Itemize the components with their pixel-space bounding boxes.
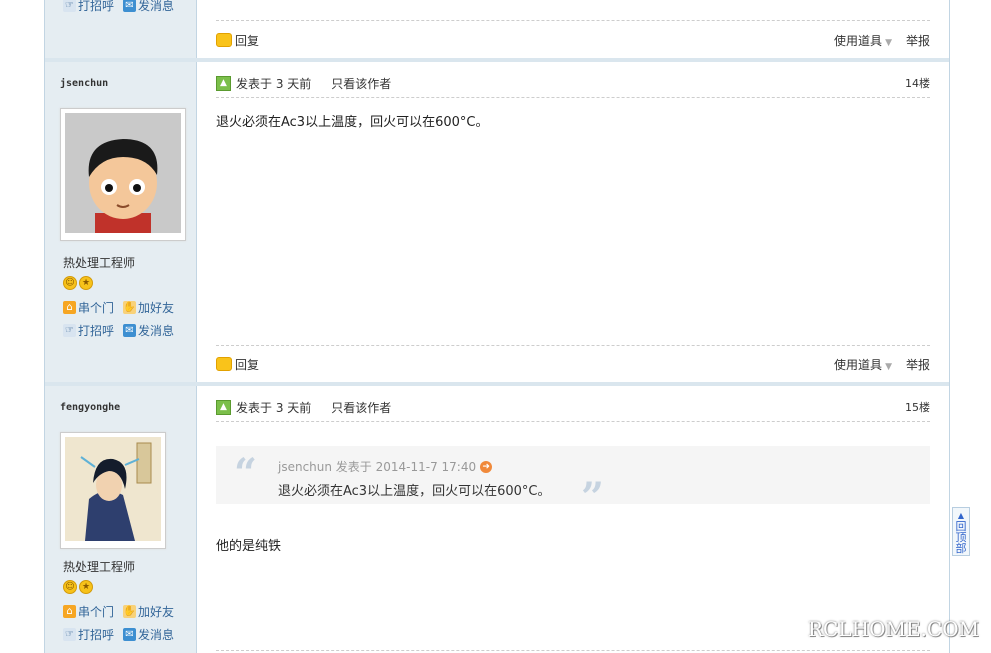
handshake-icon: ✋	[123, 301, 136, 314]
link-label: 打招呼	[78, 628, 115, 642]
post-main: ▲ 发表于 3 天前 只看该作者 15楼 “ jsenchun 发表于 2014…	[197, 386, 949, 653]
link-label: 串个门	[78, 301, 115, 315]
link-label: 加好友	[138, 605, 175, 619]
only-author-link[interactable]: 只看该作者	[331, 75, 391, 92]
add-friend-link[interactable]: ✋ 加好友	[123, 603, 183, 620]
star-icon: ★	[79, 580, 93, 594]
tools-label: 使用道具	[834, 33, 883, 48]
home-icon: ⌂	[63, 605, 76, 618]
rank-stars: ☺ ★	[63, 580, 93, 594]
post-time: 发表于 3 天前	[236, 76, 312, 91]
link-label: 发消息	[138, 628, 175, 642]
open-quote-icon: “	[234, 450, 258, 497]
post-main: ▲ 发表于 3 天前 只看该作者 14楼 退火必须在Ac3以上温度，回火可以在6…	[197, 62, 949, 382]
separator	[216, 650, 930, 651]
report-button[interactable]: 举报	[906, 356, 930, 373]
avatar[interactable]	[60, 432, 166, 549]
separator	[216, 345, 930, 346]
rank-stars: ☺ ★	[63, 276, 93, 290]
post-main: 回复 使用道具 ▼ 举报	[197, 0, 949, 58]
handshake-icon: ✋	[123, 605, 136, 618]
message-link[interactable]: ✉ 发消息	[123, 322, 183, 339]
post-sidebar: jsenchun 热处理工程师 ☺ ★ ⌂ 串个门 ✋ 加好友 ☞ 打招呼 ✉ …	[45, 62, 197, 382]
post-footer: 回复 使用道具 ▼ 举报	[216, 353, 930, 375]
message-link[interactable]: ✉ 发消息	[123, 626, 183, 643]
avatar[interactable]	[60, 108, 186, 241]
link-label: 发消息	[138, 0, 175, 13]
user-action-links: ☞ 打招呼 ✉ 发消息	[63, 0, 183, 14]
post-meta: ▲ 发表于 3 天前 只看该作者 15楼	[216, 398, 930, 416]
user-action-links: ⌂ 串个门 ✋ 加好友 ☞ 打招呼 ✉ 发消息	[63, 603, 183, 643]
post-prev: ☞ 打招呼 ✉ 发消息 回复 使用道具 ▼ 举报	[45, 0, 949, 58]
username[interactable]: jsenchun	[60, 78, 108, 89]
only-author-link[interactable]: 只看该作者	[331, 399, 391, 416]
message-link[interactable]: ✉ 发消息	[123, 0, 183, 14]
link-label: 串个门	[78, 605, 115, 619]
post-footer: 回复 使用道具 ▼ 举报	[216, 29, 930, 51]
poke-icon: ☞	[63, 324, 76, 337]
visit-link[interactable]: ⌂ 串个门	[63, 603, 123, 620]
reply-icon	[216, 33, 232, 47]
link-label: 打招呼	[78, 0, 115, 13]
poke-icon: ☞	[63, 628, 76, 641]
post-content: 他的是纯铁	[216, 539, 282, 554]
floor-number[interactable]: 14楼	[905, 75, 930, 91]
post-15: fengyonghe 热处理工程师 ☺ ★ ⌂ 串个门 ✋ 加好友 ☞ 打招呼 …	[45, 386, 949, 653]
reply-button[interactable]: 回复	[235, 32, 259, 49]
post-content: 退火必须在Ac3以上温度，回火可以在600°C。	[216, 115, 489, 130]
poke-link[interactable]: ☞ 打招呼	[63, 322, 123, 339]
user-rank: 热处理工程师	[63, 256, 136, 270]
reply-button[interactable]: 回复	[235, 356, 259, 373]
post-sidebar: fengyonghe 热处理工程师 ☺ ★ ⌂ 串个门 ✋ 加好友 ☞ 打招呼 …	[45, 386, 197, 653]
close-quote-icon: ”	[581, 474, 605, 521]
online-status-icon: ▲	[216, 399, 231, 415]
quote-source: jsenchun 发表于 2014-11-7 17:40	[278, 460, 477, 474]
tools-menu[interactable]: 使用道具 ▼	[834, 32, 892, 49]
visit-link[interactable]: ⌂ 串个门	[63, 299, 123, 316]
separator	[216, 20, 930, 21]
avatar-image	[65, 113, 181, 233]
jump-to-post-icon[interactable]: ➜	[480, 460, 493, 473]
thread-container: ☞ 打招呼 ✉ 发消息 回复 使用道具 ▼ 举报 jsenchun 热处理工程师…	[44, 0, 950, 653]
post-sidebar: ☞ 打招呼 ✉ 发消息	[45, 0, 197, 58]
quote-block: “ jsenchun 发表于 2014-11-7 17:40 ➜ 退火必须在Ac…	[216, 446, 930, 521]
user-rank: 热处理工程师	[63, 560, 136, 574]
smiley-icon: ☺	[63, 276, 77, 290]
back-to-top-button[interactable]: ▲ 回顶部	[952, 507, 970, 556]
reply-icon	[216, 357, 232, 371]
poke-icon: ☞	[63, 0, 76, 12]
floor-number[interactable]: 15楼	[905, 399, 930, 415]
chevron-down-icon: ▼	[885, 361, 892, 372]
back-to-top-label: 回顶部	[955, 520, 967, 555]
post-14: jsenchun 热处理工程师 ☺ ★ ⌂ 串个门 ✋ 加好友 ☞ 打招呼 ✉ …	[45, 62, 949, 382]
link-label: 打招呼	[78, 324, 115, 338]
poke-link[interactable]: ☞ 打招呼	[63, 0, 123, 14]
post-meta: ▲ 发表于 3 天前 只看该作者 14楼	[216, 74, 930, 92]
add-friend-link[interactable]: ✋ 加好友	[123, 299, 183, 316]
star-icon: ★	[79, 276, 93, 290]
online-status-icon: ▲	[216, 75, 231, 91]
quote-header: jsenchun 发表于 2014-11-7 17:40 ➜	[278, 458, 493, 475]
mail-icon: ✉	[123, 0, 136, 12]
link-label: 发消息	[138, 324, 175, 338]
avatar-image	[65, 437, 161, 541]
username[interactable]: fengyonghe	[60, 402, 120, 413]
user-action-links: ⌂ 串个门 ✋ 加好友 ☞ 打招呼 ✉ 发消息	[63, 299, 183, 339]
poke-link[interactable]: ☞ 打招呼	[63, 626, 123, 643]
quote-text: 退火必须在Ac3以上温度，回火可以在600°C。	[278, 484, 551, 499]
tools-menu[interactable]: 使用道具 ▼	[834, 356, 892, 373]
mail-icon: ✉	[123, 324, 136, 337]
report-button[interactable]: 举报	[906, 32, 930, 49]
home-icon: ⌂	[63, 301, 76, 314]
separator	[216, 421, 930, 422]
post-time: 发表于 3 天前	[236, 400, 312, 415]
watermark: RCLHOME.COM	[808, 617, 980, 641]
chevron-down-icon: ▼	[885, 37, 892, 48]
mail-icon: ✉	[123, 628, 136, 641]
separator	[216, 97, 930, 98]
tools-label: 使用道具	[834, 357, 883, 372]
smiley-icon: ☺	[63, 580, 77, 594]
link-label: 加好友	[138, 301, 175, 315]
